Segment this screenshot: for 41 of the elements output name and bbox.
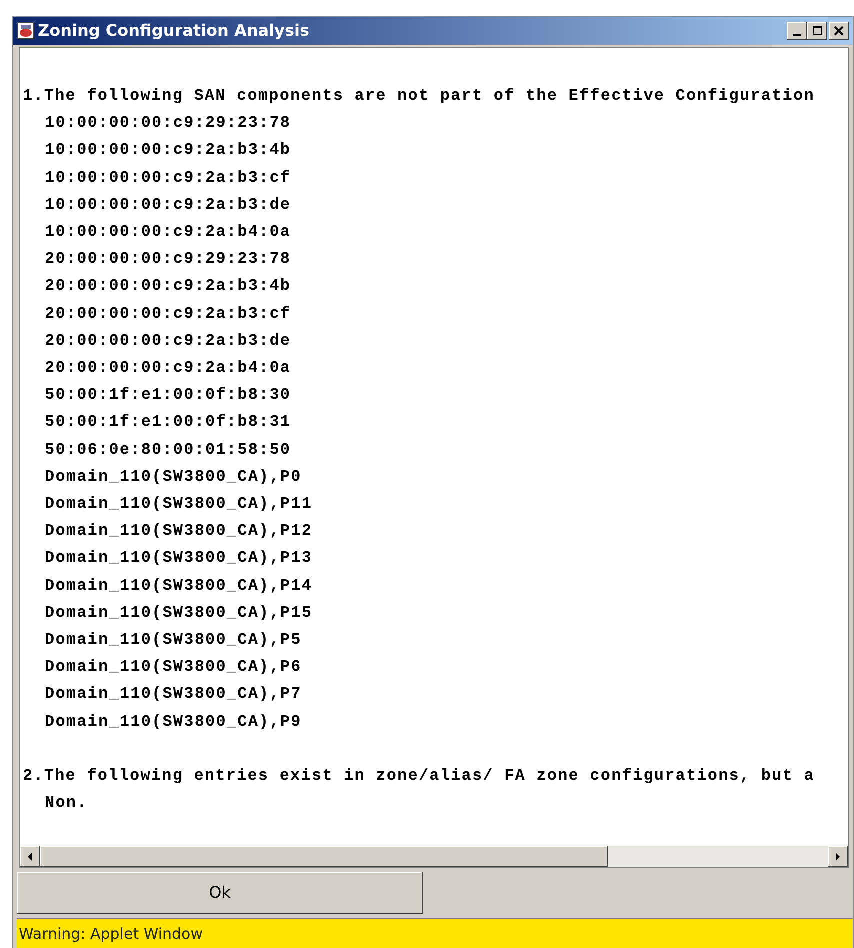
report-entry: 50:00:1f:e1:00:0f:b8:31	[44, 412, 292, 434]
left-arrow-icon	[27, 852, 33, 860]
report-heading: 2.The following entries exist in zone/alias/ FA zone configurations, but a	[23, 766, 816, 787]
report-entry: 20:00:00:00:c9:29:23:78	[44, 249, 292, 270]
close-button[interactable]	[829, 22, 849, 40]
report-entry: Domain_110(SW3800_CA),P5	[44, 630, 303, 652]
report-entry: 20:00:00:00:c9:2a:b3:4b	[44, 276, 292, 298]
scroll-right-button[interactable]	[828, 846, 848, 867]
maximize-icon	[811, 25, 823, 37]
report-entry: 20:00:00:00:c9:2a:b3:de	[44, 330, 292, 352]
report-entry: Domain_110(SW3800_CA),P6	[44, 657, 303, 678]
report-entry: Domain_110(SW3800_CA),P7	[44, 684, 303, 706]
report-entry: Domain_110(SW3800_CA),P9	[44, 712, 303, 733]
report-entry: 10:00:00:00:c9:29:23:78	[44, 113, 292, 134]
report-heading: 1.The following SAN components are not part of the Effective Configuration	[23, 86, 816, 107]
report-entry: Domain_110(SW3800_CA),P13	[44, 548, 314, 570]
right-arrow-icon	[835, 852, 841, 860]
report-entry: 10:00:00:00:c9:2a:b3:cf	[44, 168, 292, 189]
report-entry: 10:00:00:00:c9:2a:b4:0a	[44, 222, 292, 244]
report-entry: Domain_110(SW3800_CA),P14	[44, 576, 314, 597]
report-entry: Domain_110(SW3800_CA),P12	[44, 521, 314, 542]
status-bar: Warning: Applet Window	[17, 918, 853, 948]
app-icon	[17, 22, 35, 40]
scroll-left-button[interactable]	[20, 846, 40, 867]
scrollbar-thumb[interactable]	[40, 846, 608, 867]
minimize-icon	[793, 34, 801, 36]
window-title: Zoning Configuration Analysis	[38, 20, 310, 42]
report-entry: Domain_110(SW3800_CA),P11	[44, 494, 314, 516]
report-entry: Domain_110(SW3800_CA),P15	[44, 602, 314, 624]
report-entry: 20:00:00:00:c9:2a:b4:0a	[44, 358, 292, 380]
report-entry: 50:06:0e:80:00:01:58:50	[44, 440, 292, 461]
report-entry: Domain_110(SW3800_CA),P0	[44, 466, 303, 488]
maximize-button[interactable]	[807, 22, 827, 40]
report-entry: 50:00:1f:e1:00:0f:b8:30	[44, 385, 292, 406]
minimize-button[interactable]	[787, 22, 807, 40]
report-entry: 20:00:00:00:c9:2a:b3:cf	[44, 304, 292, 325]
report-entry: Non.	[44, 793, 89, 814]
report-entry: 10:00:00:00:c9:2a:b3:4b	[44, 140, 292, 162]
ok-button[interactable]: Ok	[17, 872, 423, 914]
close-icon	[833, 25, 845, 37]
report-entry: 10:00:00:00:c9:2a:b3:de	[44, 194, 292, 216]
